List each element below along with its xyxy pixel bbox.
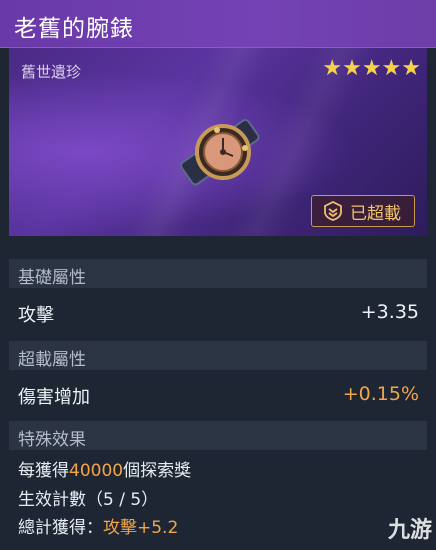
effect-text: 總計獲得： xyxy=(18,518,103,538)
equipped-badge: 已超載 xyxy=(311,195,415,227)
stat-label: 傷害增加 xyxy=(18,387,90,408)
section-title: 基礎屬性 xyxy=(18,268,86,288)
stat-label: 攻擊 xyxy=(18,305,54,326)
effect-text: 個探索獎 xyxy=(123,461,192,481)
equipped-label: 已超載 xyxy=(350,203,401,224)
overload-icon xyxy=(324,200,342,221)
rarity-label: 舊世遺珍 xyxy=(21,63,82,81)
item-card: 舊世遺珍 ★★★★★ 已超載 xyxy=(9,48,427,236)
effect-total: 攻擊+5.2 xyxy=(103,518,179,538)
section-title: 超載屬性 xyxy=(18,350,86,370)
section-special-effect: 特殊效果 xyxy=(9,421,427,450)
rarity-stars: ★★★★★ xyxy=(322,56,421,81)
stat-value: +0.15% xyxy=(342,383,419,405)
wristwatch-icon xyxy=(180,119,260,186)
effect-line-1: 每獲得40000個探索獎 xyxy=(18,456,191,481)
effect-line-3: 總計獲得：攻擊+5.2 xyxy=(18,513,178,538)
effect-text: 每獲得 xyxy=(18,461,69,481)
item-name: 老舊的腕錶 xyxy=(14,16,134,42)
watermark-logo: 九游 xyxy=(387,518,432,543)
section-overload-attributes: 超載屬性 xyxy=(9,341,427,370)
stat-value: +3.35 xyxy=(360,301,419,323)
stat-row-attack: 攻擊 +3.35 xyxy=(9,293,427,333)
section-base-attributes: 基礎屬性 xyxy=(9,259,427,288)
section-title: 特殊效果 xyxy=(18,430,86,450)
stat-row-damage: 傷害增加 +0.15% xyxy=(9,375,427,415)
effect-line-2: 生效計數（5 / 5） xyxy=(18,490,159,510)
item-header: 老舊的腕錶 xyxy=(0,0,436,48)
effect-amount: 40000 xyxy=(69,461,124,481)
